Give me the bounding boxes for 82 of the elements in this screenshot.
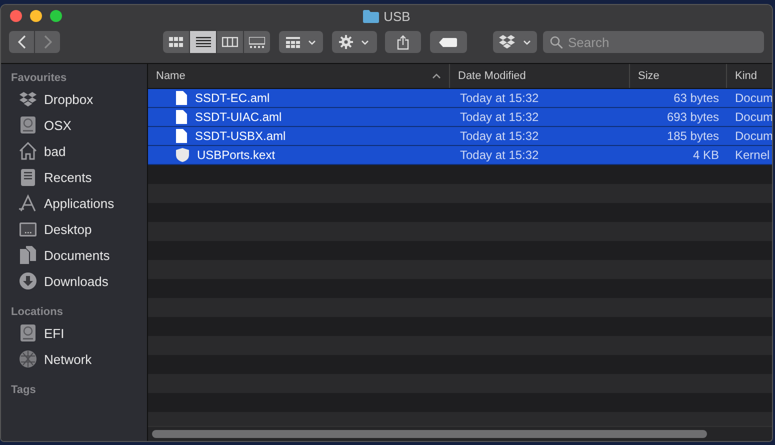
columns-icon [222,37,238,47]
sidebar-heading: Favourites [10,71,68,86]
action-button[interactable] [332,31,377,53]
file-name: SSDT-UIAC.aml [195,110,282,124]
dropbox-icon [498,35,515,49]
gallery-icon [249,36,265,48]
search-icon [550,36,563,49]
search-field[interactable]: Search [543,31,764,53]
size-cell: 63 bytes [674,91,719,105]
sidebar-item[interactable]: EFI [1,320,147,346]
chevron-left-icon [18,35,26,49]
size-cell: 185 bytes [666,129,719,143]
dropbox-button[interactable] [492,31,537,53]
sidebar-item[interactable]: Documents [1,242,147,268]
share-button[interactable] [384,31,422,53]
chevron-right-icon [44,35,52,49]
document-icon [176,129,187,143]
tag-icon [439,38,458,46]
kind-cell: Docum [735,110,772,124]
dropbox-icon [19,92,37,106]
chevron-down-icon [308,40,316,44]
close-button[interactable] [10,10,22,22]
desktop-icon [19,222,37,236]
download-icon [19,272,37,290]
file-row[interactable]: SSDT-UIAC.aml Today at 15:32 693 bytes Docum [148,108,772,127]
document-icon [176,110,187,124]
date-cell: Today at 15:32 [460,129,539,143]
kind-cell: Docum [735,91,772,105]
size-cell: 4 KB [692,148,719,162]
file-row[interactable]: USBPorts.kext Today at 15:32 4 KB Kernel [148,146,772,165]
minimize-button[interactable] [30,10,42,22]
gallery-view-button[interactable] [244,31,270,53]
column-header[interactable]: Kind [735,70,758,82]
scrollbar-thumb[interactable] [152,430,707,438]
date-cell: Today at 15:32 [460,148,539,162]
file-name: USBPorts.kext [197,148,276,162]
share-icon [396,34,409,50]
size-cell: 693 bytes [666,110,719,124]
column-header[interactable]: Date Modified [458,70,526,82]
list-view-button[interactable] [190,31,216,53]
documents-icon [20,246,36,264]
grid-icon [169,37,183,47]
sidebar-item[interactable]: Downloads [1,268,147,294]
tag-button[interactable] [430,31,467,53]
chevron-down-icon [522,40,531,44]
icons-view-button[interactable] [163,31,189,53]
document-icon [176,91,187,105]
recents-icon [20,168,36,186]
sidebar-item[interactable]: OSX [1,112,147,138]
sidebar-heading: Locations [10,305,64,320]
file-name: SSDT-EC.aml [195,91,270,105]
file-name: SSDT-USBX.aml [195,129,286,143]
group-by-button[interactable] [279,31,324,53]
column-header[interactable]: Size [638,70,660,82]
list-icon [196,37,210,47]
sort-caret-icon [432,73,441,79]
chevron-down-icon [361,40,370,44]
back-button[interactable] [9,31,34,53]
date-cell: Today at 15:32 [460,91,539,105]
applications-icon [19,194,37,212]
file-row[interactable]: SSDT-EC.aml Today at 15:32 63 bytes Docum [148,89,772,108]
home-icon [19,142,37,160]
file-row[interactable]: SSDT-USBX.aml Today at 15:32 185 bytes Docum [148,127,772,146]
sidebar-item[interactable]: Desktop [1,216,147,242]
column-header[interactable]: Name [156,70,186,82]
sidebar-item[interactable]: Applications [1,190,147,216]
group-icon [286,36,300,48]
globe-icon [19,350,37,368]
columns-view-button[interactable] [217,31,243,53]
kind-cell: Kernel [735,148,770,162]
gear-icon [339,35,354,49]
sidebar-item[interactable]: Network [1,346,147,372]
kind-cell: Docum [735,129,772,143]
sidebar-item[interactable]: Recents [1,164,147,190]
window-title: USB [384,9,410,24]
sidebar-item[interactable]: Dropbox [1,86,147,112]
zoom-button[interactable] [50,10,62,22]
sidebar-item[interactable]: bad [1,138,147,164]
shield-icon [176,148,189,162]
date-cell: Today at 15:32 [460,110,539,124]
sidebar-heading: Tags [10,383,37,398]
folder-icon [362,10,379,23]
